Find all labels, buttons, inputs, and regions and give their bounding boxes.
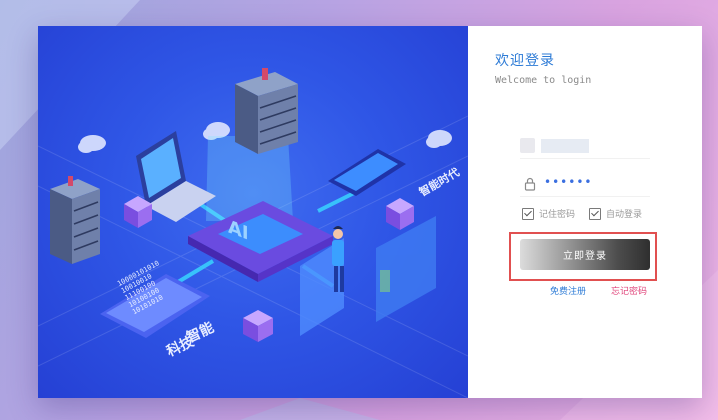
username-value[interactable] bbox=[541, 139, 589, 153]
server-tower-left-icon bbox=[50, 176, 100, 264]
auto-login-label: 自动登录 bbox=[606, 210, 643, 220]
illustration-panel: AI 智能时代 智能 科技 10000101010 10010010 11100… bbox=[38, 26, 468, 398]
user-icon bbox=[520, 138, 535, 153]
login-panel: 欢迎登录 Welcome to login •••••• 记住密码 自动登录 立… bbox=[468, 26, 702, 398]
checkbox-checked-icon bbox=[589, 207, 601, 220]
remember-password-label: 记住密码 bbox=[539, 210, 576, 220]
login-title: 欢迎登录 bbox=[495, 53, 555, 69]
lock-icon bbox=[524, 177, 536, 191]
server-tower-center-icon bbox=[235, 68, 298, 154]
register-link[interactable]: 免费注册 bbox=[550, 284, 586, 297]
remember-password-checkbox[interactable]: 记住密码 bbox=[522, 207, 575, 220]
phone-icon bbox=[328, 149, 406, 196]
password-field[interactable]: •••••• bbox=[520, 172, 650, 197]
checkbox-checked-icon bbox=[522, 207, 534, 220]
auto-login-checkbox[interactable]: 自动登录 bbox=[589, 207, 642, 220]
username-field[interactable] bbox=[520, 134, 650, 159]
login-subtitle: Welcome to login bbox=[495, 75, 592, 86]
password-value[interactable]: •••••• bbox=[544, 175, 592, 189]
login-submit-button[interactable]: 立即登录 bbox=[520, 239, 650, 270]
forgot-password-link[interactable]: 忘记密码 bbox=[611, 284, 647, 297]
